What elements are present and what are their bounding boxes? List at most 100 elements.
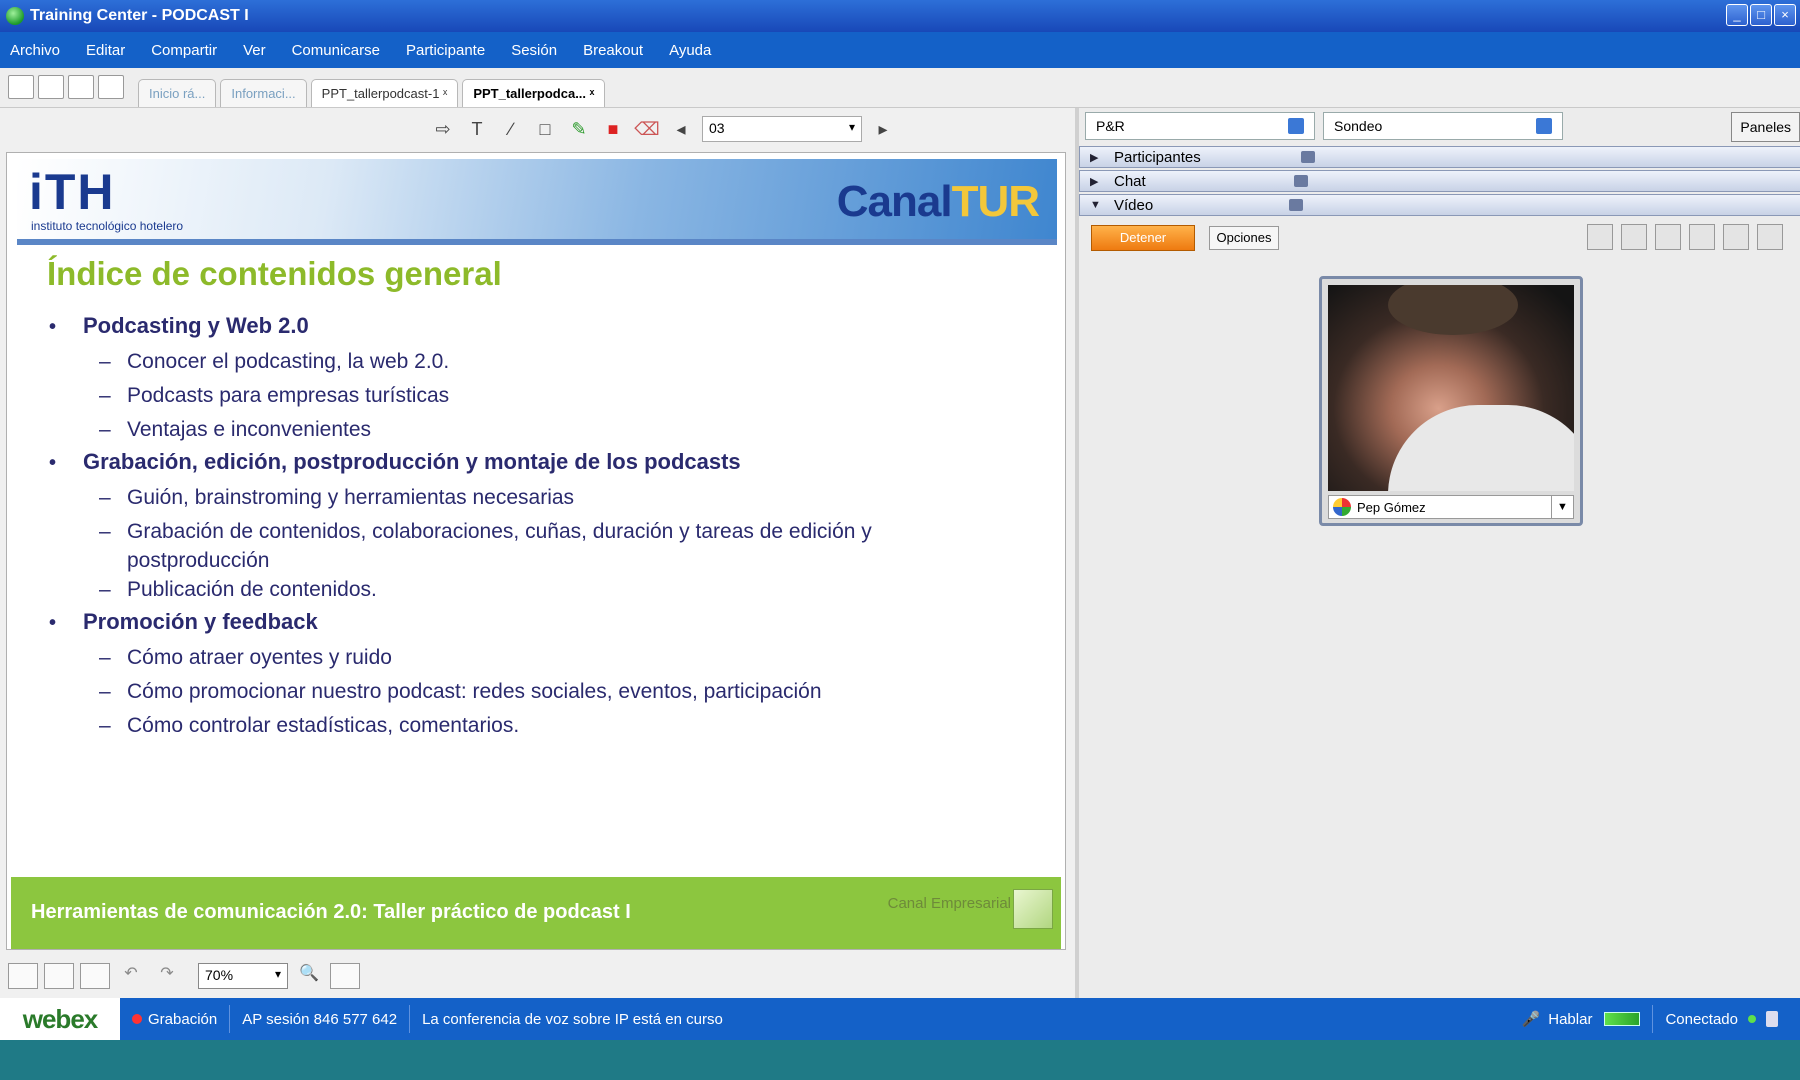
video-controls: Detener Opciones <box>1091 224 1791 252</box>
redo-icon[interactable]: ↷ <box>152 963 182 989</box>
menu-comunicarse[interactable]: Comunicarse <box>292 42 380 59</box>
menu-compartir[interactable]: Compartir <box>151 42 217 59</box>
qa-tab[interactable]: P&R <box>1085 112 1315 140</box>
line-tool-icon[interactable]: ∕ <box>498 116 524 142</box>
tab-informacion[interactable]: Informaci... <box>220 79 307 107</box>
video-options-button[interactable]: Opciones <box>1209 226 1279 250</box>
layout-four-icon[interactable] <box>1655 224 1681 250</box>
panel-chat[interactable]: ▶ Chat <box>1079 170 1800 192</box>
text-tool-icon[interactable]: T <box>464 116 490 142</box>
open-document-icon[interactable] <box>38 75 64 99</box>
panel-participantes[interactable]: ▶ Participantes <box>1079 146 1800 168</box>
section-item: – Publicación de contenidos. <box>99 575 1009 609</box>
chat-icon <box>1293 175 1308 187</box>
title-bar: Training Center - PODCAST I _ □ × <box>0 0 1800 32</box>
menu-ayuda[interactable]: Ayuda <box>669 42 711 59</box>
section-item: – Conocer el podcasting, la web 2.0. <box>99 347 1009 381</box>
chevron-down-icon[interactable]: ▼ <box>1551 496 1573 518</box>
presentation-slide: iTH instituto tecnológico hotelero Canal… <box>6 152 1066 950</box>
share-screen-icon[interactable] <box>68 75 94 99</box>
minimize-icon[interactable]: _ <box>1726 4 1748 26</box>
talk-label: Hablar <box>1548 1010 1593 1028</box>
section-item: – Guión, brainstroming y herramientas nec… <box>99 483 1009 517</box>
recording-indicator[interactable]: Grabación <box>120 1005 231 1033</box>
webex-logo: webex <box>0 998 120 1040</box>
thumbnail-view-icon[interactable] <box>8 963 38 989</box>
slide-banner: iTH instituto tecnológico hotelero Canal… <box>17 159 1057 245</box>
menu-bar: Archivo Editar Compartir Ver Comunicarse… <box>0 32 1800 68</box>
next-page-icon[interactable]: ▸ <box>870 116 896 142</box>
panel-title: Vídeo <box>1114 196 1154 214</box>
whiteboard-icon[interactable] <box>98 75 124 99</box>
undo-icon[interactable]: ↶ <box>116 963 146 989</box>
popout-icon[interactable] <box>1723 224 1749 250</box>
panel-video[interactable]: ▼ Vídeo <box>1079 194 1800 216</box>
pointer-icon[interactable]: ⇨ <box>430 116 456 142</box>
voip-status: La conferencia de voz sobre IP está en c… <box>422 1010 723 1028</box>
video-layout-buttons <box>1587 224 1783 250</box>
talk-control[interactable]: 🎤 Hablar <box>1510 1005 1654 1033</box>
section-item-text: Cómo atraer oyentes y ruido <box>127 646 392 669</box>
document-toolbar: Inicio rá... Informaci... PPT_tallerpodc… <box>0 68 1800 108</box>
poll-tab[interactable]: Sondeo <box>1323 112 1563 140</box>
footer-brand: Canal Empresarial <box>887 895 1011 912</box>
pen-tool-icon[interactable]: ✎ <box>566 116 592 142</box>
video-name-bar[interactable]: Pep Gómez ▼ <box>1328 495 1574 519</box>
layout-two-icon[interactable] <box>1621 224 1647 250</box>
qa-label: P&R <box>1096 118 1125 134</box>
tab-ppt-2[interactable]: PPT_tallerpodca... ˣ <box>462 79 606 107</box>
app-icon <box>6 7 24 25</box>
poll-icon <box>1536 118 1552 134</box>
split-view-icon[interactable] <box>80 963 110 989</box>
sync-view-icon[interactable] <box>330 963 360 989</box>
status-bar: webex Grabación AP sesión 846 577 642 La… <box>0 998 1800 1040</box>
section-title: Podcasting y Web 2.0 <box>83 313 309 338</box>
window-controls: _ □ × <box>1726 4 1796 26</box>
section-item-text: Cómo promocionar nuestro podcast: redes … <box>127 680 822 703</box>
expand-arrow-icon: ▶ <box>1090 151 1099 164</box>
section-item: – Cómo promocionar nuestro podcast: redes… <box>99 677 1009 711</box>
layout-grid-icon[interactable] <box>1689 224 1715 250</box>
tab-ppt-1[interactable]: PPT_tallerpodcast-1 ˣ <box>310 79 459 107</box>
footer-text: Herramientas de comunicación 2.0: Taller… <box>31 901 631 923</box>
menu-breakout[interactable]: Breakout <box>583 42 643 59</box>
zoom-select[interactable]: 70% <box>198 963 288 989</box>
color-picker-icon[interactable]: ■ <box>600 116 626 142</box>
section-item-text: Conocer el podcasting, la web 2.0. <box>127 350 450 373</box>
slide-footer: Herramientas de comunicación 2.0: Taller… <box>11 877 1061 949</box>
fullscreen-icon[interactable] <box>1757 224 1783 250</box>
previous-page-icon[interactable]: ◂ <box>668 116 694 142</box>
page-selector[interactable]: 03 <box>702 116 862 142</box>
tab-inicio[interactable]: Inicio rá... <box>138 79 217 107</box>
connection-status: Conectado <box>1653 1005 1800 1033</box>
bullet-icon: • <box>49 612 57 634</box>
close-icon[interactable]: × <box>1774 4 1796 26</box>
video-tile: Pep Gómez ▼ <box>1319 276 1583 526</box>
lock-icon <box>1766 1011 1778 1027</box>
panel-quick-tabs: P&R Sondeo Paneles <box>1079 108 1800 144</box>
menu-participante[interactable]: Participante <box>406 42 485 59</box>
rectangle-tool-icon[interactable]: □ <box>532 116 558 142</box>
canaltur-logo: CanalTUR <box>837 177 1040 227</box>
new-document-icon[interactable] <box>8 75 34 99</box>
maximize-icon[interactable]: □ <box>1750 4 1772 26</box>
section-title: Grabación, edición, postproducción y mon… <box>83 449 741 474</box>
section-heading: • Podcasting y Web 2.0 <box>49 313 1009 347</box>
menu-ver[interactable]: Ver <box>243 42 266 59</box>
menu-sesion[interactable]: Sesión <box>511 42 557 59</box>
stop-video-button[interactable]: Detener <box>1091 225 1195 251</box>
panel-title: Chat <box>1114 172 1146 190</box>
annotation-toolbar: ⇨ T ∕ □ ✎ ■ ⌫ ◂ 03 ▸ <box>430 112 1070 146</box>
panels-button[interactable]: Paneles <box>1731 112 1800 142</box>
menu-editar[interactable]: Editar <box>86 42 125 59</box>
menu-archivo[interactable]: Archivo <box>10 42 60 59</box>
section-item-text: Publicación de contenidos. <box>127 578 377 601</box>
page-view-icon[interactable] <box>44 963 74 989</box>
audio-level-meter <box>1604 1012 1641 1026</box>
zoom-icon[interactable]: 🔍 <box>294 963 324 989</box>
section-item: – Cómo controlar estadísticas, comentario… <box>99 711 1009 745</box>
section-item-text: Cómo controlar estadísticas, comentarios… <box>127 714 520 737</box>
layout-single-icon[interactable] <box>1587 224 1613 250</box>
eraser-icon[interactable]: ⌫ <box>634 116 660 142</box>
connection-dot-icon <box>1748 1015 1756 1023</box>
